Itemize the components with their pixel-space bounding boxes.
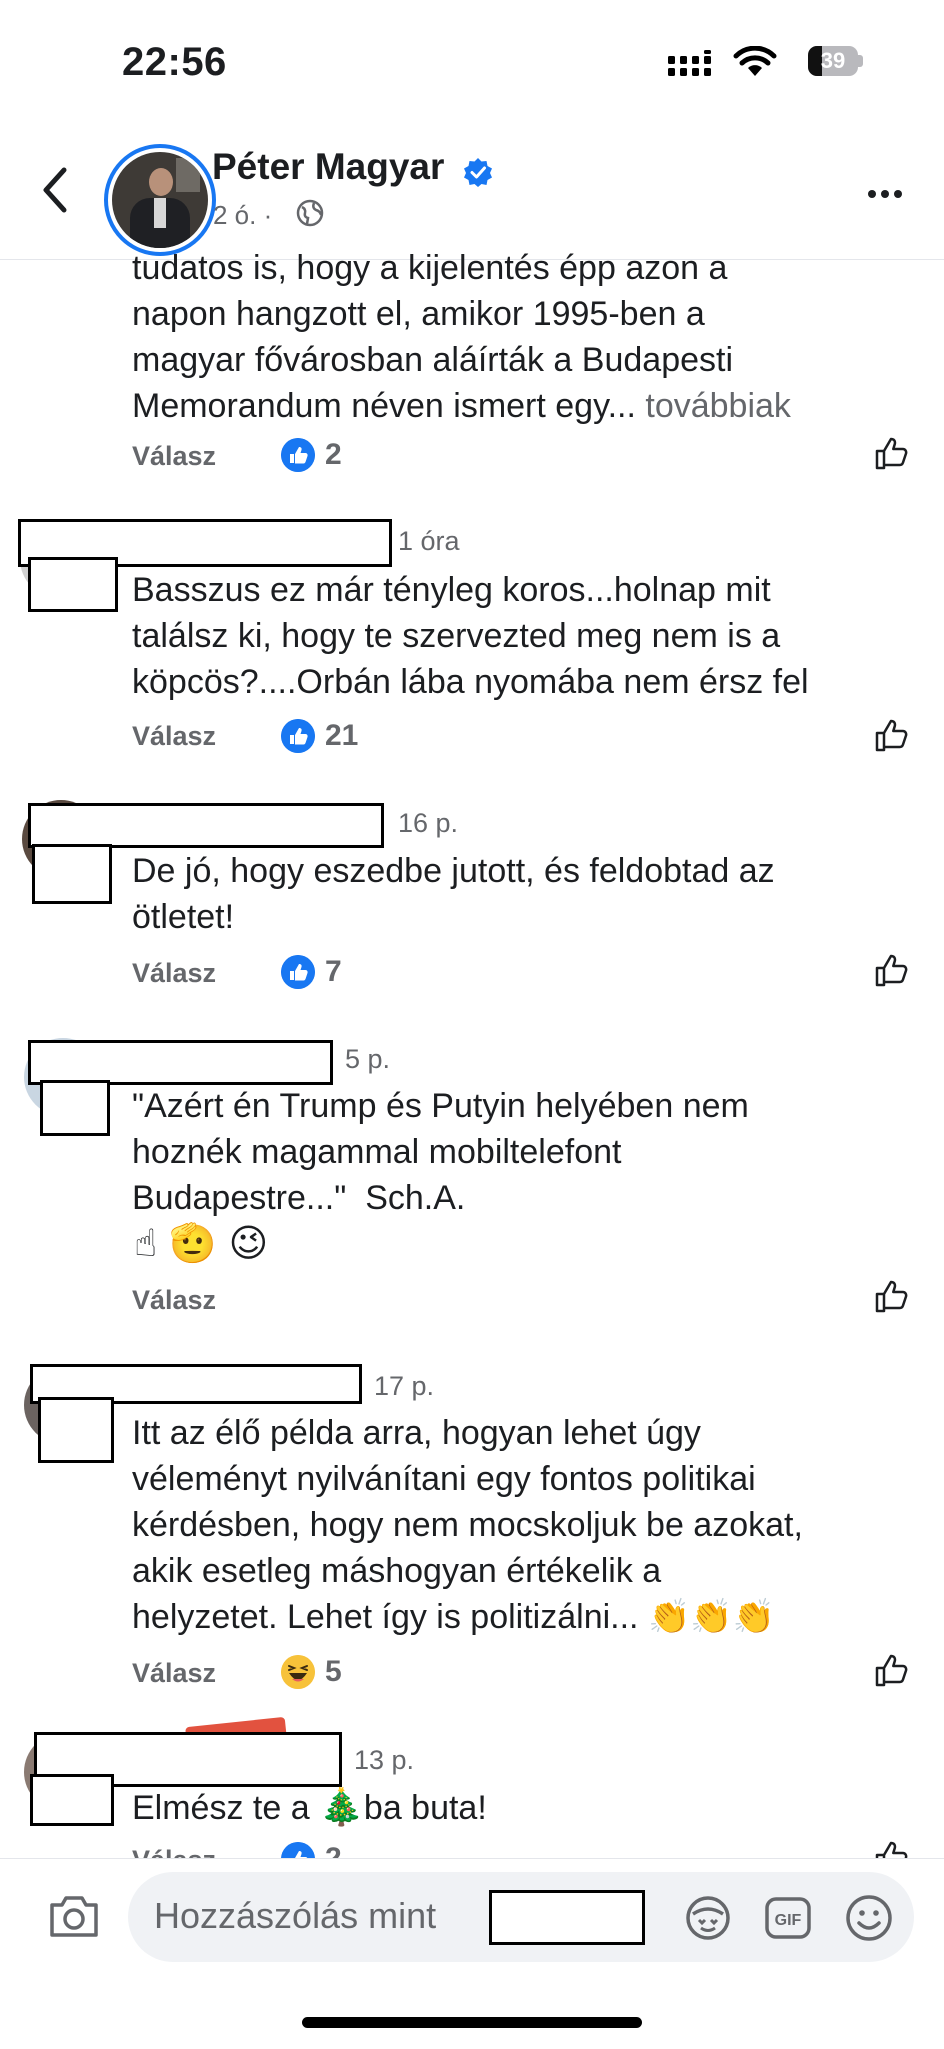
like-reaction-icon [281, 955, 315, 989]
reply-button[interactable]: Válasz [132, 1285, 216, 1316]
reaction-count[interactable]: 7 [325, 955, 342, 989]
page-name[interactable]: Péter Magyar [212, 146, 444, 188]
thumbs-up-icon[interactable] [873, 434, 911, 472]
reply-button[interactable]: Válasz [132, 441, 216, 472]
profile-avatar[interactable] [112, 152, 208, 248]
redacted-commenter-avatar [40, 1080, 110, 1136]
comment-text: De jó, hogy eszedbe jutott, és feldobtad… [132, 852, 775, 936]
battery-cap [858, 55, 863, 67]
redacted-commenter-avatar [38, 1397, 114, 1463]
comment-time: 13 p. [354, 1745, 415, 1775]
reaction-count[interactable]: 5 [325, 1655, 342, 1689]
redacted-commenter-name[interactable] [28, 1040, 333, 1085]
comment-input-placeholder[interactable]: Hozzászólás mint [154, 1895, 436, 1937]
status-time: 22:56 [122, 40, 227, 84]
reply-button[interactable]: Válasz [132, 958, 216, 989]
avatar-sticker-icon[interactable] [684, 1894, 732, 1942]
thumbs-up-icon[interactable] [873, 716, 911, 754]
comment-text: Itt az élő példa arra, hogyan lehet úgy … [132, 1414, 803, 1636]
more-options-icon[interactable] [868, 185, 907, 203]
comment-text: "Azért én Trump és Putyin helyében nem h… [132, 1087, 749, 1217]
comment-text-start: Elmész te a [132, 1789, 320, 1827]
comment-time: 1 óra [398, 526, 460, 556]
comment-text-end: ba buta! [363, 1789, 487, 1827]
redacted-commenter-name[interactable] [28, 803, 384, 848]
comment-time: 5 p. [345, 1044, 391, 1074]
redacted-commenter-avatar [30, 1774, 114, 1826]
redacted-commenter-avatar [32, 844, 112, 904]
christmas-tree-emoji: 🎄 [319, 1787, 364, 1828]
comment-text: Basszus ez már tényleg koros...holnap mi… [132, 571, 809, 701]
reaction-count[interactable]: 21 [325, 719, 358, 753]
back-arrow-icon[interactable] [36, 164, 78, 216]
wifi-icon [733, 46, 777, 76]
thumbs-up-icon[interactable] [873, 1651, 911, 1689]
svg-text:GIF: GIF [775, 1912, 802, 1929]
battery-icon: 39 [808, 46, 858, 76]
redacted-commenter-avatar [28, 557, 118, 612]
like-reaction-icon [281, 438, 315, 472]
cellular-signal-icon [668, 50, 711, 76]
home-indicator[interactable] [302, 2017, 642, 2028]
redacted-user-name [489, 1890, 645, 1945]
post-time: 2 ó. · [213, 200, 273, 230]
reply-button[interactable]: Válasz [132, 1658, 216, 1689]
comment-text-body: tudatos is, hogy a kijelentés épp azon a… [132, 249, 734, 425]
comment-emoji-line: ☝ 🫡 😉 [134, 1221, 269, 1265]
thumbs-up-icon[interactable] [873, 951, 911, 989]
reaction-count[interactable]: 2 [325, 438, 342, 472]
see-more-link[interactable]: továbbiak [645, 387, 791, 425]
haha-reaction-icon [281, 1655, 315, 1689]
verified-badge-icon [464, 158, 492, 187]
battery-percent: 39 [820, 48, 846, 73]
avatar-background [176, 158, 200, 192]
globe-icon [296, 199, 324, 227]
comment-text: Elmész te a 🎄ba buta! [132, 1785, 487, 1831]
camera-icon[interactable] [48, 1893, 100, 1939]
comment-time: 16 p. [398, 808, 459, 838]
thumbs-up-icon[interactable] [873, 1277, 911, 1315]
avatar-shirt [154, 198, 166, 228]
emoji-icon[interactable] [844, 1893, 894, 1943]
avatar-face [149, 168, 173, 196]
like-reaction-icon [281, 719, 315, 753]
comment-text: tudatos is, hogy a kijelentés épp azon a… [132, 245, 791, 429]
comment-time: 17 p. [374, 1371, 435, 1401]
reply-button[interactable]: Válasz [132, 721, 216, 752]
gif-icon[interactable]: GIF [764, 1896, 812, 1940]
